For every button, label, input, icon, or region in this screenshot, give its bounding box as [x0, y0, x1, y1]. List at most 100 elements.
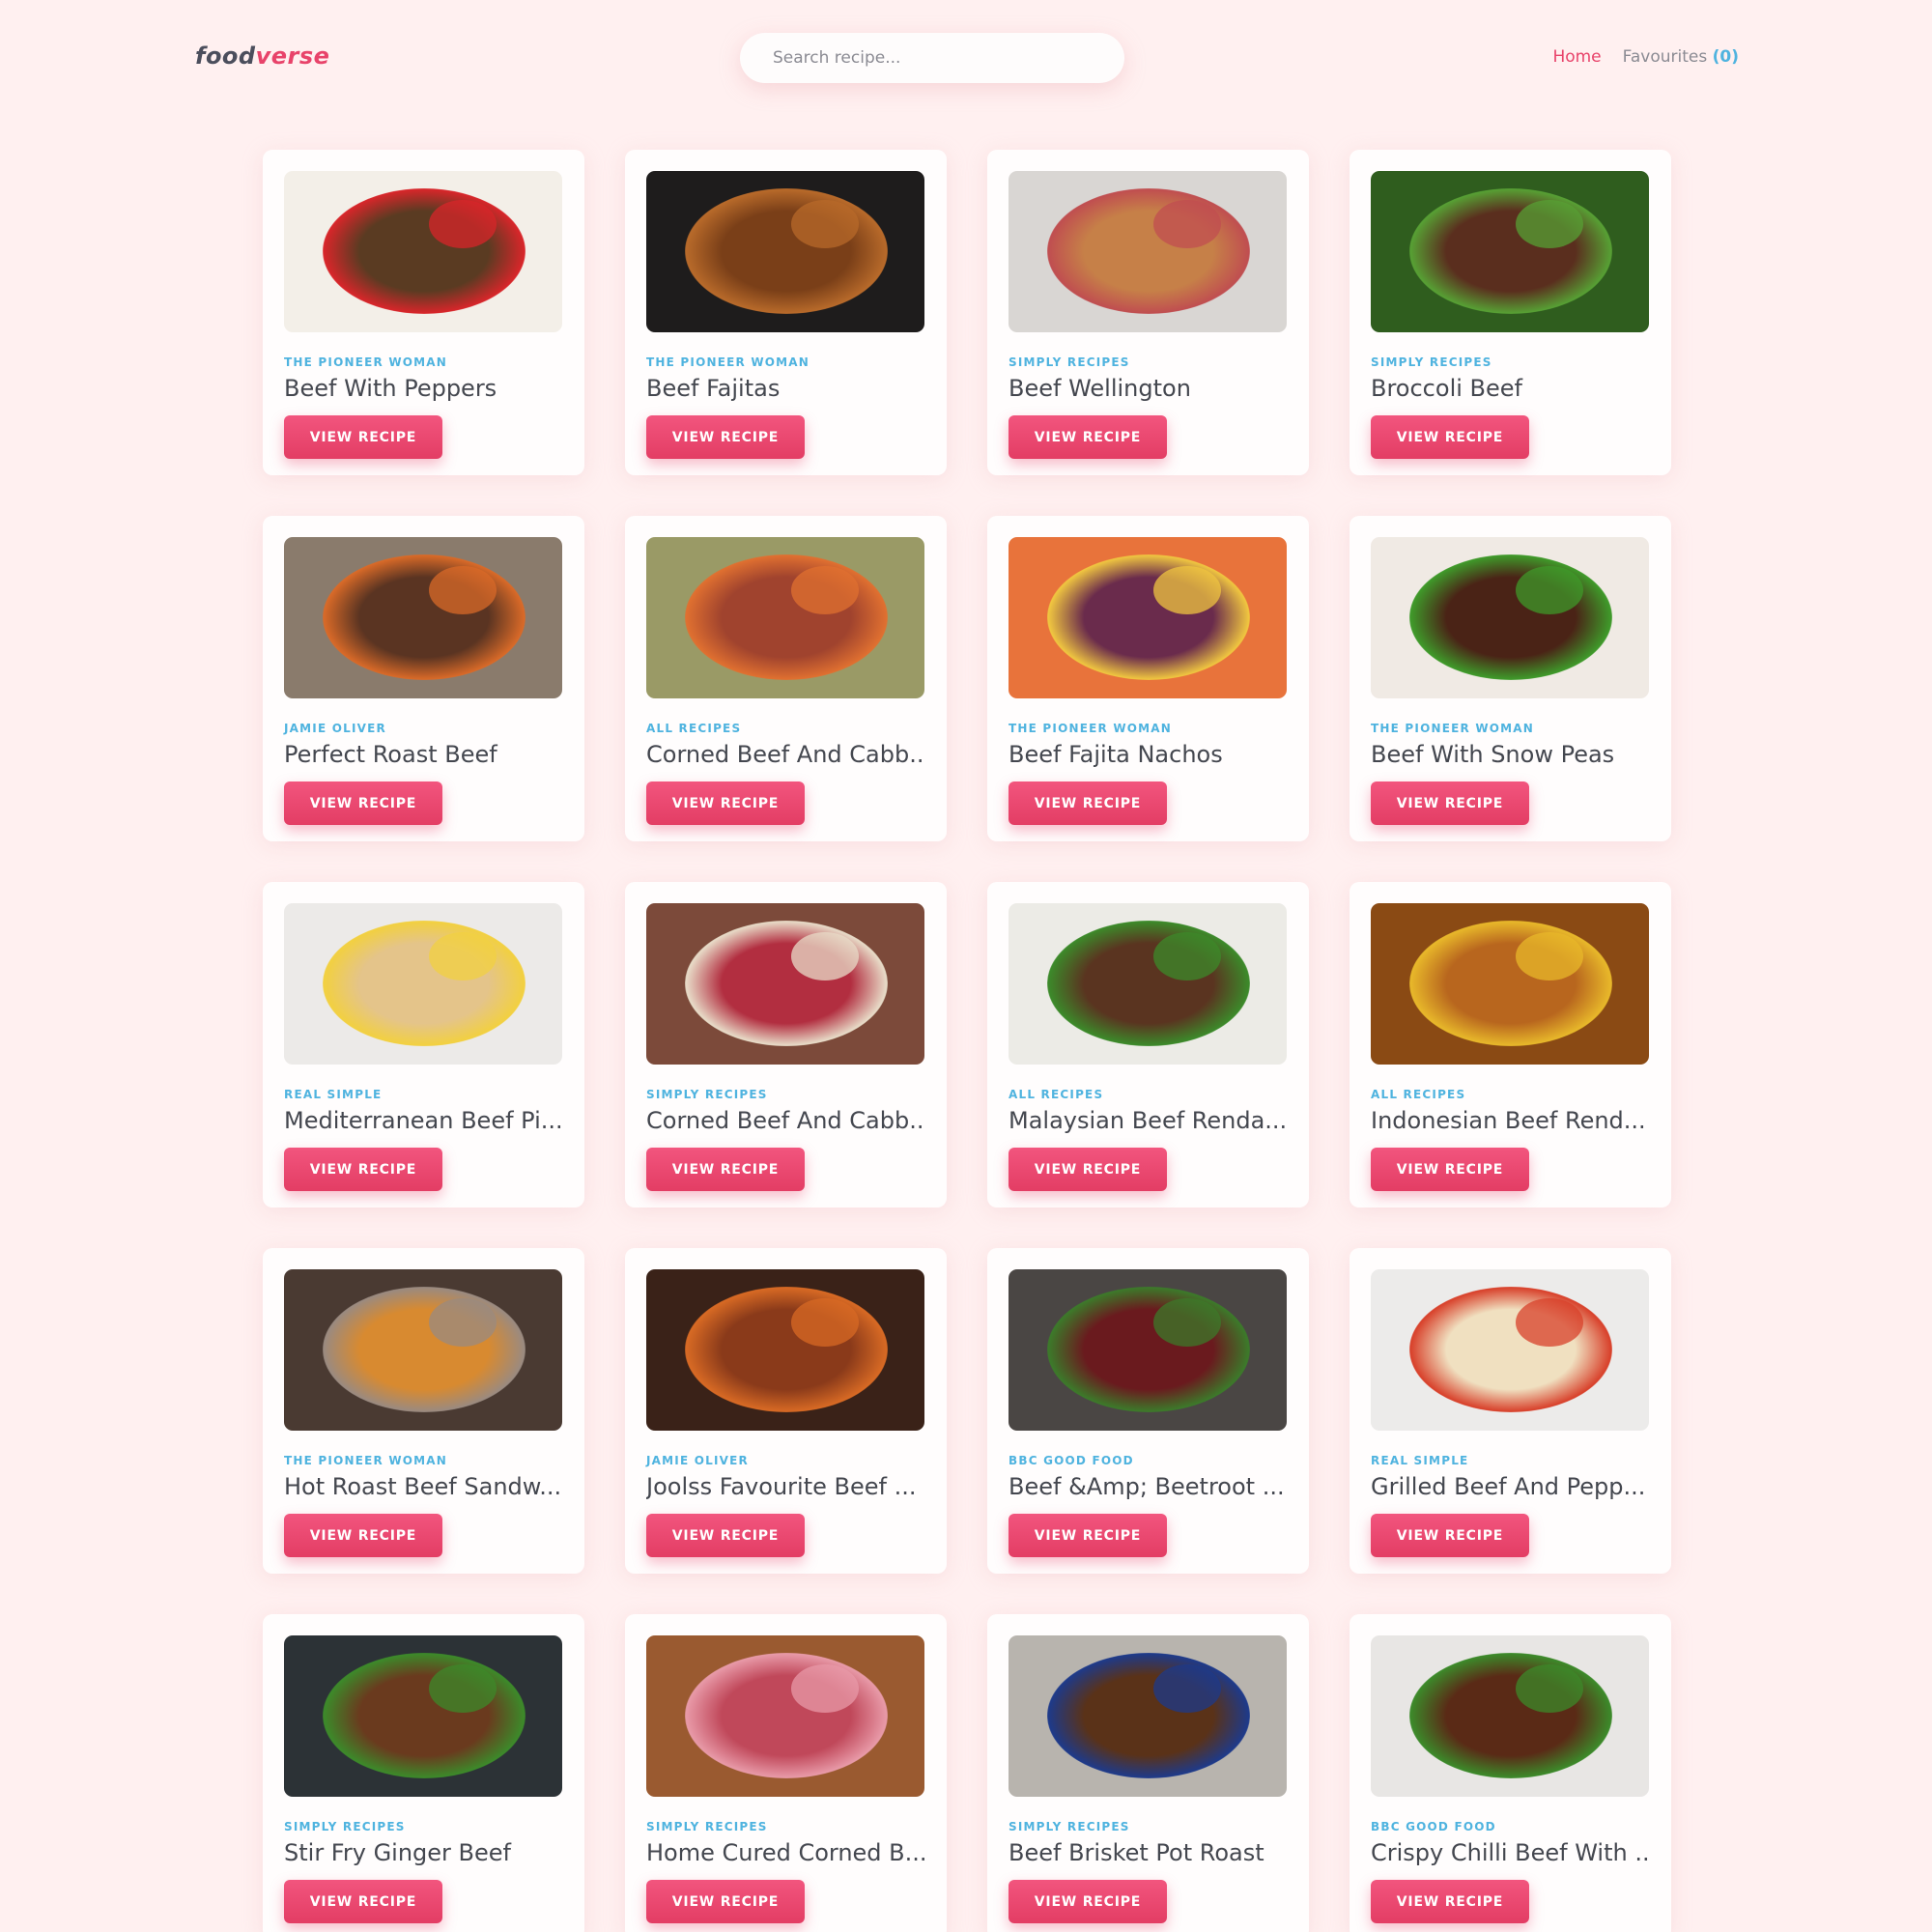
- recipe-title[interactable]: Home Cured Corned B...: [646, 1839, 925, 1866]
- recipe-title[interactable]: Beef Brisket Pot Roast: [1009, 1839, 1288, 1866]
- view-recipe-button[interactable]: VIEW RECIPE: [1371, 781, 1529, 825]
- view-recipe-button[interactable]: VIEW RECIPE: [1371, 1148, 1529, 1191]
- view-recipe-button[interactable]: VIEW RECIPE: [646, 1148, 805, 1191]
- recipe-title[interactable]: Crispy Chilli Beef With ...: [1371, 1839, 1650, 1866]
- recipe-image[interactable]: [1371, 537, 1649, 698]
- recipe-title[interactable]: Grilled Beef And Pepp...: [1371, 1473, 1650, 1500]
- food-illustration: [1047, 921, 1250, 1046]
- top-header: foodverse Home Favourites (0): [0, 0, 1932, 116]
- recipe-image[interactable]: [284, 1635, 562, 1797]
- recipe-card: SIMPLY RECIPES Corned Beef And Cabb... VIE…: [625, 882, 947, 1208]
- recipe-title[interactable]: Corned Beef And Cabb...: [646, 741, 925, 768]
- search-input[interactable]: [740, 33, 1124, 83]
- food-illustration: [1047, 1653, 1250, 1778]
- view-recipe-button[interactable]: VIEW RECIPE: [646, 781, 805, 825]
- recipe-publisher: THE PIONEER WOMAN: [1371, 722, 1535, 735]
- recipe-image[interactable]: [1371, 1269, 1649, 1431]
- recipe-card: SIMPLY RECIPES Broccoli Beef VIEW RECIPE: [1350, 150, 1671, 475]
- recipe-publisher: SIMPLY RECIPES: [646, 1820, 768, 1833]
- nav-favourites-link[interactable]: Favourites (0): [1623, 47, 1739, 67]
- recipe-publisher: BBC GOOD FOOD: [1009, 1454, 1134, 1467]
- view-recipe-button[interactable]: VIEW RECIPE: [284, 1148, 442, 1191]
- recipe-image[interactable]: [646, 1635, 924, 1797]
- food-illustration: [323, 188, 526, 314]
- recipe-title[interactable]: Indonesian Beef Rend...: [1371, 1107, 1650, 1134]
- recipe-publisher: BBC GOOD FOOD: [1371, 1820, 1496, 1833]
- view-recipe-button[interactable]: VIEW RECIPE: [1009, 1514, 1167, 1557]
- recipe-title[interactable]: Malaysian Beef Renda...: [1009, 1107, 1288, 1134]
- logo[interactable]: foodverse: [195, 43, 329, 70]
- food-garnish: [1153, 1664, 1221, 1713]
- recipe-image[interactable]: [1371, 171, 1649, 332]
- recipe-title[interactable]: Beef Wellington: [1009, 375, 1288, 402]
- recipe-title[interactable]: Corned Beef And Cabb...: [646, 1107, 925, 1134]
- view-recipe-button[interactable]: VIEW RECIPE: [1009, 415, 1167, 459]
- view-recipe-button[interactable]: VIEW RECIPE: [646, 1880, 805, 1923]
- recipe-image[interactable]: [1009, 171, 1287, 332]
- view-recipe-button[interactable]: VIEW RECIPE: [284, 415, 442, 459]
- food-garnish: [1153, 200, 1221, 248]
- view-recipe-button[interactable]: VIEW RECIPE: [646, 415, 805, 459]
- view-recipe-button[interactable]: VIEW RECIPE: [284, 781, 442, 825]
- view-recipe-button[interactable]: VIEW RECIPE: [1371, 1514, 1529, 1557]
- recipe-title[interactable]: Beef Fajitas: [646, 375, 925, 402]
- recipe-image[interactable]: [1371, 903, 1649, 1065]
- food-illustration: [685, 921, 888, 1046]
- recipe-title[interactable]: Joolss Favourite Beef ...: [646, 1473, 925, 1500]
- recipe-title[interactable]: Stir Fry Ginger Beef: [284, 1839, 563, 1866]
- recipe-image[interactable]: [284, 903, 562, 1065]
- recipe-publisher: REAL SIMPLE: [1371, 1454, 1469, 1467]
- recipe-image[interactable]: [284, 171, 562, 332]
- food-garnish: [791, 200, 859, 248]
- recipe-publisher: THE PIONEER WOMAN: [646, 355, 810, 369]
- recipe-publisher: SIMPLY RECIPES: [284, 1820, 406, 1833]
- recipe-card: ALL RECIPES Corned Beef And Cabb... VIEW R…: [625, 516, 947, 841]
- recipe-card: BBC GOOD FOOD Crispy Chilli Beef With ...…: [1350, 1614, 1671, 1932]
- food-illustration: [1409, 1287, 1612, 1412]
- recipe-card: SIMPLY RECIPES Home Cured Corned B... VIEW…: [625, 1614, 947, 1932]
- recipe-title[interactable]: Hot Roast Beef Sandw...: [284, 1473, 563, 1500]
- nav-favourites-label: Favourites: [1622, 47, 1708, 67]
- view-recipe-button[interactable]: VIEW RECIPE: [284, 1880, 442, 1923]
- nav-home-link[interactable]: Home: [1552, 47, 1601, 67]
- recipe-title[interactable]: Mediterranean Beef Pi...: [284, 1107, 563, 1134]
- recipe-image[interactable]: [646, 537, 924, 698]
- recipe-title[interactable]: Broccoli Beef: [1371, 375, 1650, 402]
- recipe-title[interactable]: Beef &Amp; Beetroot ...: [1009, 1473, 1288, 1500]
- recipe-image[interactable]: [1371, 1635, 1649, 1797]
- recipe-grid: THE PIONEER WOMAN Beef With Peppers VIEW R…: [263, 150, 1671, 1932]
- view-recipe-button[interactable]: VIEW RECIPE: [1009, 1148, 1167, 1191]
- recipe-image[interactable]: [1009, 1269, 1287, 1431]
- recipe-card: SIMPLY RECIPES Stir Fry Ginger Beef VIEW R…: [263, 1614, 584, 1932]
- recipe-image[interactable]: [284, 537, 562, 698]
- view-recipe-button[interactable]: VIEW RECIPE: [1009, 781, 1167, 825]
- recipe-card: ALL RECIPES Indonesian Beef Rend... VIEW R…: [1350, 882, 1671, 1208]
- recipe-card: REAL SIMPLE Grilled Beef And Pepp... VIEW …: [1350, 1248, 1671, 1574]
- recipe-image[interactable]: [284, 1269, 562, 1431]
- view-recipe-button[interactable]: VIEW RECIPE: [1371, 1880, 1529, 1923]
- view-recipe-button[interactable]: VIEW RECIPE: [284, 1514, 442, 1557]
- recipe-image[interactable]: [1009, 1635, 1287, 1797]
- recipe-image[interactable]: [1009, 903, 1287, 1065]
- recipe-card: SIMPLY RECIPES Beef Wellington VIEW RECIPE: [987, 150, 1309, 475]
- recipe-card: ALL RECIPES Malaysian Beef Renda... VIEW R…: [987, 882, 1309, 1208]
- recipe-card: THE PIONEER WOMAN Beef Fajitas VIEW RECIPE: [625, 150, 947, 475]
- view-recipe-button[interactable]: VIEW RECIPE: [646, 1514, 805, 1557]
- food-garnish: [429, 1664, 497, 1713]
- recipe-title[interactable]: Perfect Roast Beef: [284, 741, 563, 768]
- recipe-image[interactable]: [646, 903, 924, 1065]
- recipe-image[interactable]: [1009, 537, 1287, 698]
- view-recipe-button[interactable]: VIEW RECIPE: [1009, 1880, 1167, 1923]
- recipe-title[interactable]: Beef With Peppers: [284, 375, 563, 402]
- recipe-card: THE PIONEER WOMAN Beef With Peppers VIEW R…: [263, 150, 584, 475]
- top-nav: Home Favourites (0): [1552, 47, 1739, 67]
- recipe-image[interactable]: [646, 1269, 924, 1431]
- view-recipe-button[interactable]: VIEW RECIPE: [1371, 415, 1529, 459]
- recipe-publisher: JAMIE OLIVER: [646, 1454, 749, 1467]
- food-illustration: [685, 188, 888, 314]
- logo-text-food: food: [195, 43, 256, 70]
- recipe-title[interactable]: Beef Fajita Nachos: [1009, 741, 1288, 768]
- recipe-image[interactable]: [646, 171, 924, 332]
- recipe-card: SIMPLY RECIPES Beef Brisket Pot Roast VIEW…: [987, 1614, 1309, 1932]
- recipe-title[interactable]: Beef With Snow Peas: [1371, 741, 1650, 768]
